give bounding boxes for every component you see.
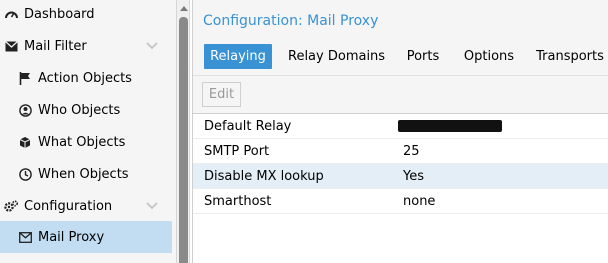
toolbar: Edit [193,76,608,114]
nav-label: Who Objects [38,102,121,118]
table-row[interactable]: Default Relay [193,114,608,139]
tab-transports[interactable]: Transports [535,44,605,69]
tab-relaying[interactable]: Relaying [204,44,272,69]
page-title: Configuration: Mail Proxy [203,13,379,29]
user-icon [18,103,32,117]
nav-item-when-objects[interactable]: When Objects [0,158,172,190]
sidebar-scrollbar[interactable] [176,0,190,263]
envelope-icon [4,39,18,53]
nav-item-action-objects[interactable]: Action Objects [0,62,172,94]
row-value: 25 [403,144,420,159]
chevron-down-icon[interactable] [146,201,158,211]
row-value: none [403,194,436,209]
nav-label: Configuration [24,198,113,214]
clock-icon [18,167,32,181]
main-panel: Configuration: Mail Proxy Relaying Relay… [192,0,608,263]
nav-label: When Objects [38,166,129,182]
tab-ports[interactable]: Ports [403,44,443,69]
table-row[interactable]: Smarthost none [193,189,608,214]
nav-label: What Objects [38,134,126,150]
nav-item-who-objects[interactable]: Who Objects [0,94,172,126]
sidebar-nav: Dashboard Mail Filter Action Objects Who… [0,0,176,263]
scrollbar-thumb[interactable] [179,17,188,263]
table-row[interactable]: SMTP Port 25 [193,139,608,164]
nav-label: Action Objects [38,70,132,86]
row-key: SMTP Port [204,144,270,159]
scroll-up-arrow-icon[interactable] [180,6,188,11]
nav-item-dashboard[interactable]: Dashboard [0,0,172,30]
tab-bar: Relaying Relay Domains Ports Options Tra… [193,36,608,76]
nav-item-mail-filter[interactable]: Mail Filter [0,30,172,62]
redacted-value [398,120,502,132]
table-row[interactable]: Disable MX lookup Yes [193,164,608,189]
gears-icon [4,199,18,213]
nav-label: Mail Filter [24,38,87,54]
panel-header: Configuration: Mail Proxy [193,0,608,36]
row-key: Disable MX lookup [204,169,324,184]
cube-icon [18,135,32,149]
tab-options[interactable]: Options [463,44,515,69]
nav-label: Dashboard [24,6,95,22]
nav-item-mail-proxy[interactable]: Mail Proxy [0,221,172,253]
chevron-down-icon[interactable] [146,41,158,51]
dashboard-icon [4,7,18,21]
envelope-open-icon [18,230,32,244]
flag-icon [18,71,32,85]
nav-item-what-objects[interactable]: What Objects [0,126,172,158]
edit-button[interactable]: Edit [202,82,241,107]
nav-label: Mail Proxy [38,229,105,245]
row-key: Smarthost [204,194,272,209]
tab-relay-domains[interactable]: Relay Domains [288,44,385,69]
row-key: Default Relay [204,119,292,134]
nav-item-configuration[interactable]: Configuration [0,190,172,222]
row-value: Yes [403,169,424,184]
